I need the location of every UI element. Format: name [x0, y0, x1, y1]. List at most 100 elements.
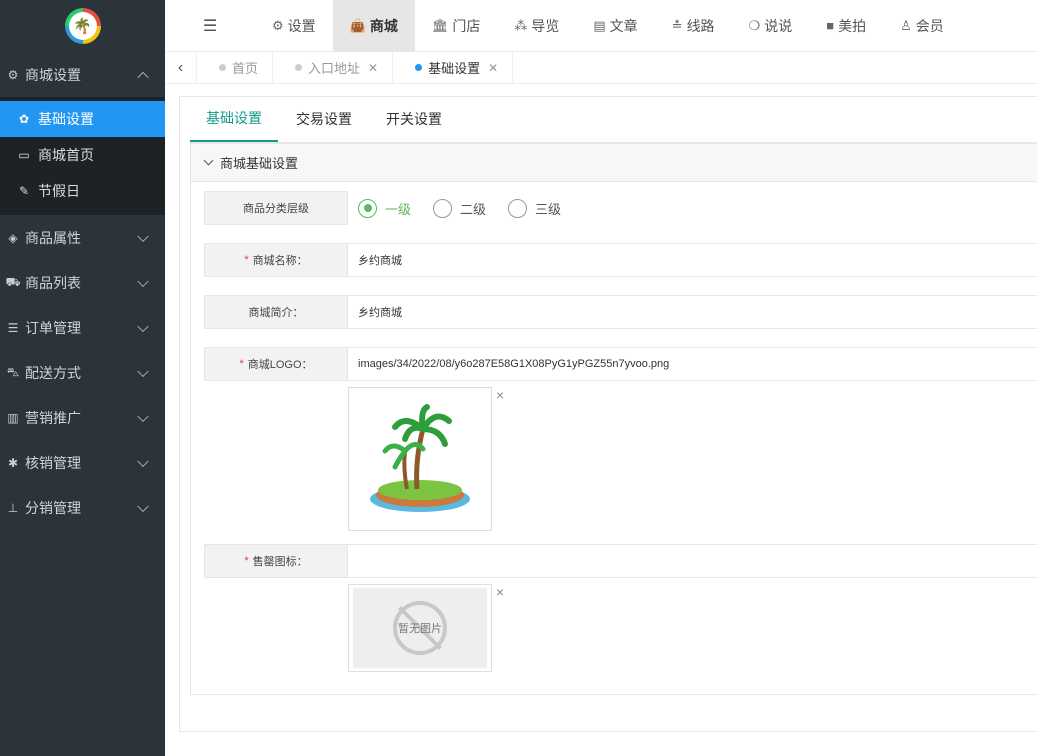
- sidebar-group-label: 商品列表: [25, 274, 81, 291]
- sidebar-group-distribution[interactable]: ⊥ 分销管理: [0, 485, 165, 530]
- page-tab-entry-url[interactable]: 入口地址 ✕: [273, 51, 394, 84]
- tab-label: 基础设置: [428, 61, 481, 76]
- topnav-item-settings[interactable]: ⚙ 设置: [255, 0, 333, 52]
- cart-icon: ⛟: [5, 274, 21, 289]
- tab-label: 入口地址: [308, 61, 361, 76]
- sidebar-group-goods-attributes[interactable]: ◈ 商品属性: [0, 215, 165, 260]
- edit-icon: ✎: [18, 184, 30, 198]
- no-image-text: 暂无图片: [398, 623, 442, 635]
- settings-tabs: 基础设置 交易设置 开关设置: [190, 97, 1037, 143]
- list-icon: ☰: [7, 320, 19, 335]
- topnav-item-articles[interactable]: ▤ 文章: [576, 0, 654, 52]
- panel-title: 商城基础设置: [220, 156, 299, 171]
- chevron-down-icon: [137, 365, 149, 377]
- radio-circle: [358, 198, 377, 218]
- topnav-item-guide[interactable]: ⁂ 导览: [497, 0, 576, 52]
- topnav-item-shop[interactable]: 👜 商城: [332, 0, 415, 52]
- close-icon[interactable]: ✕: [488, 61, 498, 75]
- sidebar-group-marketing[interactable]: ▥ 营销推广: [0, 395, 165, 440]
- palm-logo-icon[interactable]: 🌴: [64, 8, 101, 44]
- chevron-down-icon: [137, 275, 149, 287]
- top-navigation: ☰ ⚙ 设置 👜 商城 🏛 门店 ⁂ 导览 ▤ 文章 ≛ 线路 ❍ 说说 ■ 美拍 ♙ 会员: [165, 0, 1037, 52]
- topnav-item-stores[interactable]: 🏛 门店: [415, 0, 498, 52]
- close-icon[interactable]: ✕: [368, 61, 378, 75]
- bank-icon: 🏛: [431, 17, 449, 33]
- sidebar-group-label: 配送方式: [25, 364, 81, 381]
- chevron-down-icon: [203, 155, 214, 166]
- chevron-left-icon[interactable]: ‹: [165, 51, 197, 84]
- sidebar-group-label: 营销推广: [25, 409, 81, 426]
- sidebar-group-delivery[interactable]: ⛍ 配送方式: [0, 350, 165, 395]
- topnav-item-members[interactable]: ♙ 会员: [883, 0, 961, 52]
- form-row-sold-out-icon: * 售罄图标：: [204, 544, 1037, 578]
- shop-bag-icon: 👜: [349, 17, 366, 33]
- required-marker: *: [244, 555, 249, 567]
- shop-name-input[interactable]: 乡约商城: [348, 243, 1037, 277]
- chevron-up-icon: [137, 71, 149, 83]
- topnav-label: 商城: [369, 17, 398, 34]
- sidebar-item-shop-home[interactable]: ▭ 商城首页: [0, 137, 165, 173]
- sidebar-group-verification[interactable]: ✱ 核销管理: [0, 440, 165, 485]
- sidebar-group-label: 商城设置: [25, 66, 81, 83]
- form-row-shop-name: * 商城名称： 乡约商城: [204, 243, 1037, 277]
- radio-label: 三级: [535, 201, 562, 217]
- field-label: 商城简介：: [204, 295, 348, 329]
- sidebar: 🌴 ⚙ 商城设置 ✿ 基础设置 ▭ 商城首页 ✎ 节假日 ◈ 商品属性 ⛟ 商品…: [0, 0, 165, 756]
- topnav-label: 文章: [609, 17, 638, 34]
- tab-dot: [295, 64, 303, 71]
- shop-logo-path-input[interactable]: images/34/2022/08/y6o287E58G1X08PyG1yPGZ…: [348, 347, 1037, 381]
- sidebar-item-basic-settings[interactable]: ✿ 基础设置: [0, 101, 165, 137]
- topnav-item-posts[interactable]: ❍ 说说: [732, 0, 810, 52]
- main-content: 基础设置 交易设置 开关设置 商城基础设置 商品分类层级 一级 二级 三级 * 商…: [179, 96, 1037, 732]
- sidebar-group-label: 分销管理: [25, 499, 81, 516]
- field-label: * 售罄图标：: [204, 544, 348, 578]
- topnav-item-routes[interactable]: ≛ 线路: [655, 0, 732, 52]
- sidebar-group-label: 核销管理: [25, 454, 81, 471]
- sidebar-group-shop-settings[interactable]: ⚙ 商城设置: [0, 52, 165, 97]
- topnav-label: 说说: [764, 17, 793, 34]
- panel-header[interactable]: 商城基础设置: [191, 144, 1037, 182]
- chevron-down-icon: [137, 410, 149, 422]
- radio-level-2[interactable]: 二级: [433, 198, 486, 218]
- chevron-down-icon: [137, 455, 149, 467]
- radio-level-3[interactable]: 三级: [508, 198, 562, 218]
- car-icon: ⛍: [6, 364, 20, 379]
- menu-toggle-icon[interactable]: ☰: [165, 16, 255, 36]
- required-marker: *: [239, 358, 244, 370]
- form-row-shop-intro: 商城简介： 乡约商城: [204, 295, 1037, 329]
- sold-out-icon-path-input[interactable]: [348, 544, 1037, 578]
- topnav-label: 门店: [452, 17, 481, 34]
- page-tab-basic-settings[interactable]: 基础设置 ✕: [393, 51, 514, 84]
- label-text: 商品分类层级: [243, 203, 309, 215]
- tab-switch-settings[interactable]: 开关设置: [370, 96, 458, 142]
- no-image-placeholder: 暂无图片: [353, 588, 487, 668]
- wechat-icon: ❍: [748, 17, 761, 33]
- sidebar-item-holidays[interactable]: ✎ 节假日: [0, 173, 165, 209]
- sidebar-group-goods-list[interactable]: ⛟ 商品列表: [0, 260, 165, 305]
- tab-dot: [415, 64, 423, 71]
- page-tab-home[interactable]: 首页: [197, 51, 274, 84]
- topnav-item-photos[interactable]: ■ 美拍: [809, 0, 883, 52]
- bar-chart-icon: ▥: [7, 410, 19, 425]
- video-icon: ■: [826, 18, 835, 33]
- cube-icon: ◈: [8, 230, 18, 245]
- label-text: 商城LOGO：: [247, 359, 313, 371]
- topnav-label: 美拍: [838, 17, 867, 34]
- sidebar-group-orders[interactable]: ☰ 订单管理: [0, 305, 165, 350]
- tab-basic-settings[interactable]: 基础设置: [190, 96, 278, 142]
- shop-intro-input[interactable]: 乡约商城: [348, 295, 1037, 329]
- radio-level-1[interactable]: 一级: [358, 198, 411, 218]
- label-text: 商城简介：: [248, 307, 304, 319]
- field-label: * 商城LOGO：: [204, 347, 348, 381]
- logo-area: 🌴: [0, 0, 165, 52]
- tab-trade-settings[interactable]: 交易设置: [280, 96, 368, 142]
- remove-sold-out-icon[interactable]: ×: [496, 584, 504, 600]
- sidebar-item-label: 节假日: [38, 183, 80, 199]
- category-level-radios: 一级 二级 三级: [348, 191, 583, 225]
- palm-island-image: [370, 404, 470, 512]
- field-label: * 商城名称：: [204, 243, 348, 277]
- form-row-category-level: 商品分类层级 一级 二级 三级: [204, 191, 1037, 225]
- topnav-label: 会员: [915, 17, 944, 34]
- remove-logo-icon[interactable]: ×: [496, 387, 504, 403]
- tab-dot: [219, 64, 226, 71]
